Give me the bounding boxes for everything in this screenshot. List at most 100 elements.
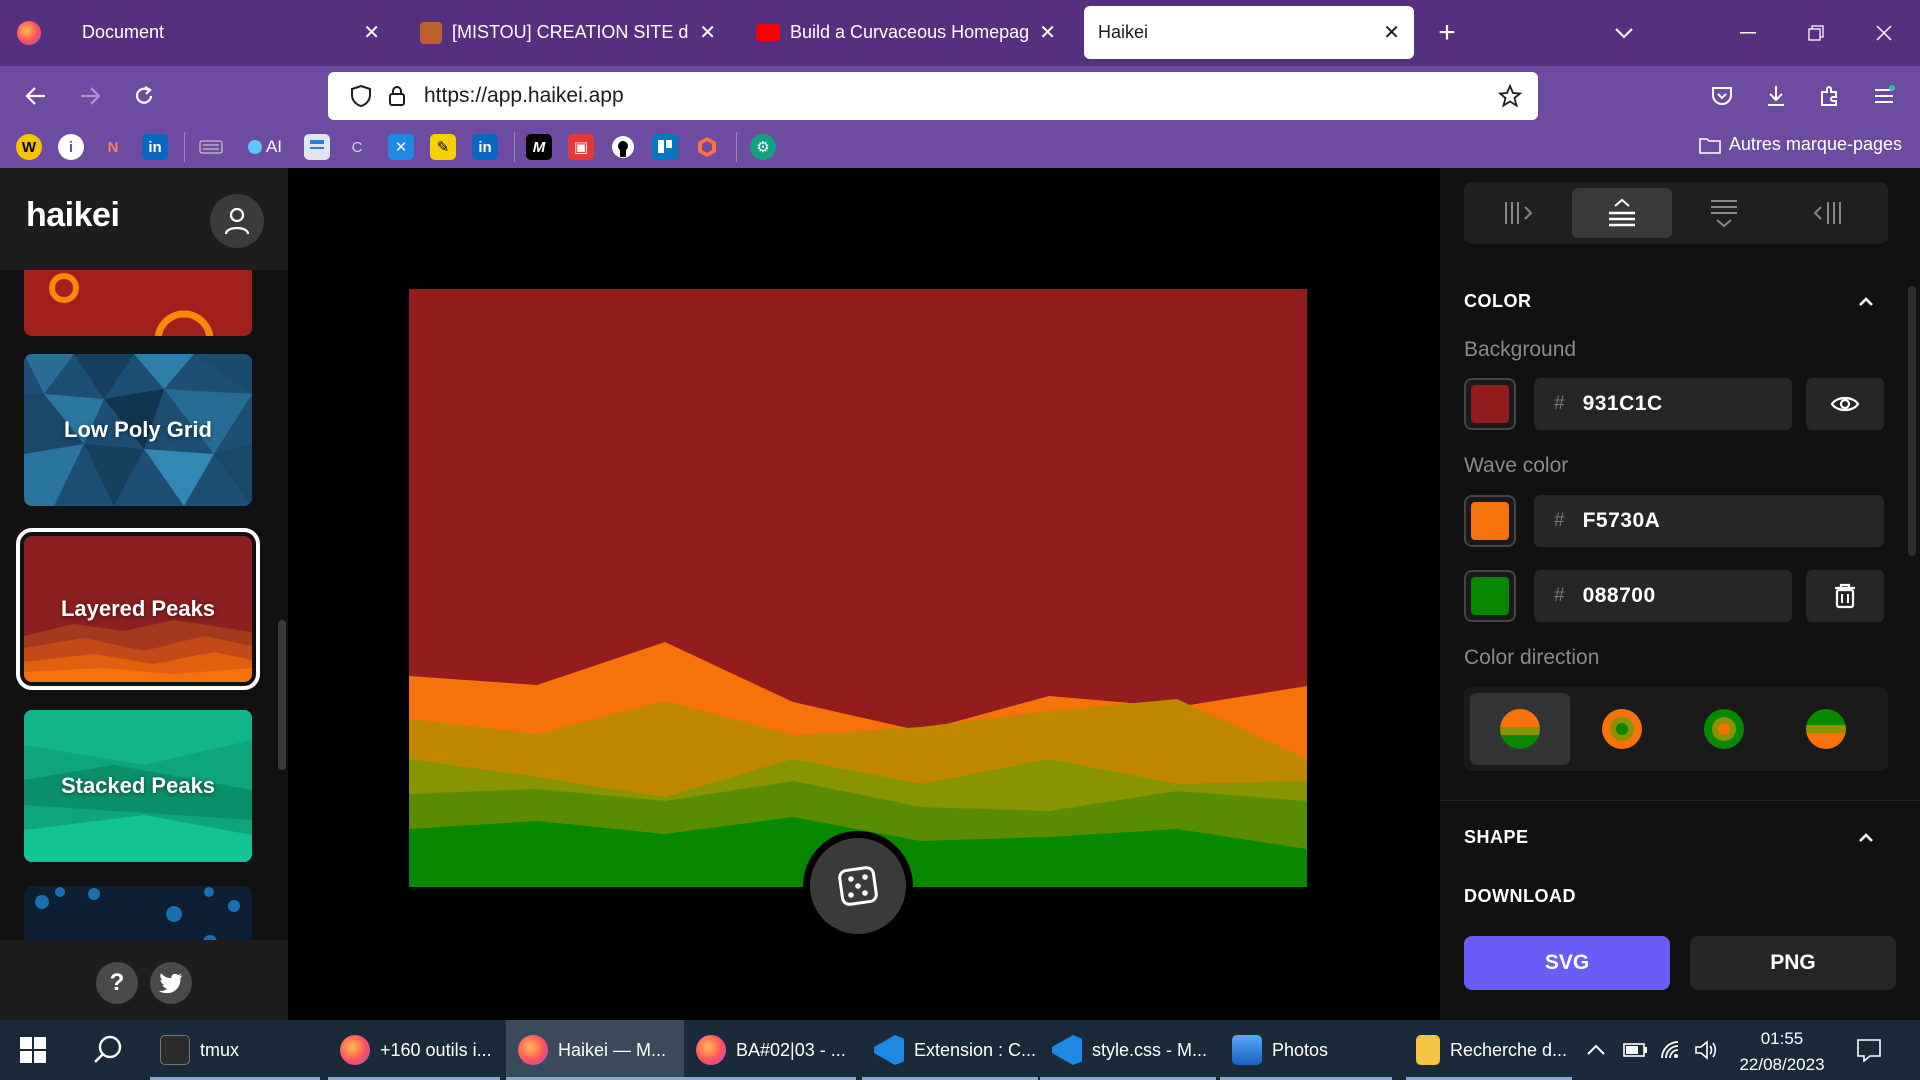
- shape-section-header[interactable]: SHAPE: [1464, 827, 1529, 848]
- taskbar-item-explorer[interactable]: Recherche d...: [1406, 1020, 1572, 1080]
- wave-color-swatch-2[interactable]: [1464, 570, 1516, 622]
- close-tab-icon[interactable]: ✕: [1383, 20, 1400, 45]
- bookmark-linkedin-icon[interactable]: in: [142, 134, 168, 160]
- bookmark-pen-icon[interactable]: ✎: [430, 134, 456, 160]
- forward-arrow-icon[interactable]: [70, 76, 110, 116]
- trello-icon[interactable]: [652, 134, 678, 160]
- wave-color-swatch-1[interactable]: [1464, 495, 1516, 547]
- user-account-button[interactable]: [210, 194, 264, 248]
- bookmark-m-icon[interactable]: M: [526, 134, 552, 160]
- menu-hamburger-icon[interactable]: [1864, 76, 1904, 116]
- extensions-icon[interactable]: [1810, 76, 1850, 116]
- bookmark-bus-icon[interactable]: ▣: [568, 134, 594, 160]
- color-section-header[interactable]: COLOR: [1464, 291, 1532, 312]
- generator-card-blobs[interactable]: [24, 270, 252, 336]
- collapse-chevron-icon[interactable]: [1856, 292, 1876, 312]
- taskbar-item-tmux[interactable]: tmux: [150, 1020, 320, 1080]
- tab-document[interactable]: Document ✕: [68, 6, 394, 59]
- wave-color-hex-input-2[interactable]: # 088700: [1534, 570, 1792, 622]
- start-button[interactable]: [20, 1020, 46, 1080]
- panel-scrollbar[interactable]: [1908, 286, 1916, 556]
- haikei-logo[interactable]: haikei: [26, 196, 120, 235]
- sidebar-scrollbar[interactable]: [278, 620, 286, 770]
- bookmark-hex-icon[interactable]: [694, 134, 720, 160]
- position-left-button[interactable]: [1470, 188, 1570, 238]
- generator-card-hexagons[interactable]: [24, 886, 252, 940]
- bookmark-info-icon[interactable]: i: [58, 134, 84, 160]
- search-button[interactable]: [92, 1020, 124, 1080]
- bookmark-doc-icon[interactable]: [304, 134, 330, 160]
- taskbar-item-haikei[interactable]: Haikei — M...: [506, 1020, 684, 1080]
- taskbar-item-firefox-1[interactable]: +160 outils i...: [328, 1020, 500, 1080]
- tab-haikei[interactable]: Haikei ✕: [1084, 6, 1414, 59]
- position-bottom-button[interactable]: [1572, 188, 1672, 238]
- close-tab-icon[interactable]: ✕: [1039, 20, 1056, 45]
- tab-mistou[interactable]: [MISTOU] CREATION SITE de MISTOU ✕: [406, 6, 730, 59]
- card-label: Low Poly Grid: [64, 417, 212, 442]
- minimize-window-icon[interactable]: [1728, 0, 1768, 66]
- direction-radial-out-button[interactable]: [1572, 693, 1672, 765]
- background-hex-input[interactable]: # 931C1C: [1534, 378, 1792, 430]
- twitter-icon[interactable]: [150, 962, 192, 1004]
- background-hex-value[interactable]: 931C1C: [1583, 392, 1663, 416]
- direction-radial-in-icon: [1704, 709, 1744, 749]
- close-window-icon[interactable]: [1864, 0, 1904, 66]
- lock-icon[interactable]: [388, 85, 406, 107]
- address-bar[interactable]: https://app.haikei.app: [328, 72, 1538, 120]
- close-tab-icon[interactable]: ✕: [699, 20, 716, 45]
- bookmark-keyboard-icon[interactable]: [198, 134, 224, 160]
- close-tab-icon[interactable]: ✕: [363, 20, 380, 45]
- tracking-shield-icon[interactable]: [350, 84, 372, 108]
- download-png-button[interactable]: PNG: [1690, 936, 1896, 990]
- back-arrow-icon[interactable]: [16, 76, 56, 116]
- bookmark-c-icon[interactable]: C: [344, 134, 370, 160]
- help-button[interactable]: ?: [96, 962, 138, 1004]
- position-top-button[interactable]: [1674, 188, 1774, 238]
- list-tabs-chevron-icon[interactable]: [1604, 0, 1644, 66]
- bookmark-w-icon[interactable]: W: [16, 134, 42, 160]
- generator-card-layered-peaks[interactable]: Layered Peaks: [16, 528, 260, 690]
- background-color-swatch[interactable]: [1464, 378, 1516, 430]
- notifications-icon[interactable]: [1856, 1020, 1882, 1080]
- url-text[interactable]: https://app.haikei.app: [424, 84, 624, 108]
- show-hidden-icons-chevron-icon[interactable]: [1586, 1020, 1606, 1080]
- pocket-icon[interactable]: [1702, 76, 1742, 116]
- bookmark-n-icon[interactable]: N: [100, 134, 126, 160]
- bookmark-x-icon[interactable]: ✕: [388, 134, 414, 160]
- github-icon[interactable]: [610, 134, 636, 160]
- bookmark-linkedin-icon[interactable]: in: [472, 134, 498, 160]
- direction-bottom-to-top-button[interactable]: [1776, 693, 1876, 765]
- volume-icon[interactable]: [1694, 1020, 1718, 1080]
- wave-color-hex-input-1[interactable]: # F5730A: [1534, 495, 1884, 547]
- delete-color-button[interactable]: [1806, 570, 1884, 622]
- battery-icon[interactable]: [1622, 1020, 1648, 1080]
- direction-top-to-bottom-button[interactable]: [1470, 693, 1570, 765]
- bookmark-star-icon[interactable]: [1497, 83, 1523, 108]
- new-tab-button[interactable]: +: [1424, 0, 1470, 66]
- position-right-button[interactable]: [1776, 188, 1876, 238]
- download-svg-button[interactable]: SVG: [1464, 936, 1670, 990]
- generator-card-stacked-peaks[interactable]: Stacked Peaks: [24, 710, 252, 862]
- randomize-button[interactable]: [803, 831, 913, 941]
- collapse-chevron-icon[interactable]: [1856, 828, 1876, 848]
- downloads-icon[interactable]: [1756, 76, 1796, 116]
- wifi-icon[interactable]: [1660, 1020, 1684, 1080]
- other-bookmarks-folder[interactable]: Autres marque-pages: [1699, 134, 1902, 155]
- wave-hex-value[interactable]: 088700: [1583, 584, 1656, 608]
- chatgpt-icon[interactable]: ⚙: [750, 134, 776, 160]
- restore-window-icon[interactable]: [1796, 0, 1836, 66]
- tab-youtube[interactable]: Build a Curvaceous Homepage / Haikei ✕: [742, 6, 1070, 59]
- taskbar-item-vscode-1[interactable]: Extension : C...: [862, 1020, 1038, 1080]
- generated-wave-canvas[interactable]: [409, 289, 1307, 887]
- direction-radial-in-button[interactable]: [1674, 693, 1774, 765]
- generator-card-low-poly-grid[interactable]: Low Poly Grid: [24, 354, 252, 506]
- taskbar-item-firefox-3[interactable]: BA#02|03 - ...: [684, 1020, 856, 1080]
- wave-swatch-fill: [1471, 502, 1509, 540]
- taskbar-item-vscode-2[interactable]: style.css - M...: [1040, 1020, 1216, 1080]
- reload-icon[interactable]: [124, 76, 164, 116]
- system-clock[interactable]: 01:55 22/08/2023: [1734, 1026, 1830, 1078]
- toggle-background-visibility-button[interactable]: [1806, 378, 1884, 430]
- wave-hex-value[interactable]: F5730A: [1583, 509, 1661, 533]
- bookmark-ai-icon[interactable]: AI: [240, 134, 290, 160]
- taskbar-item-photos[interactable]: Photos: [1220, 1020, 1392, 1080]
